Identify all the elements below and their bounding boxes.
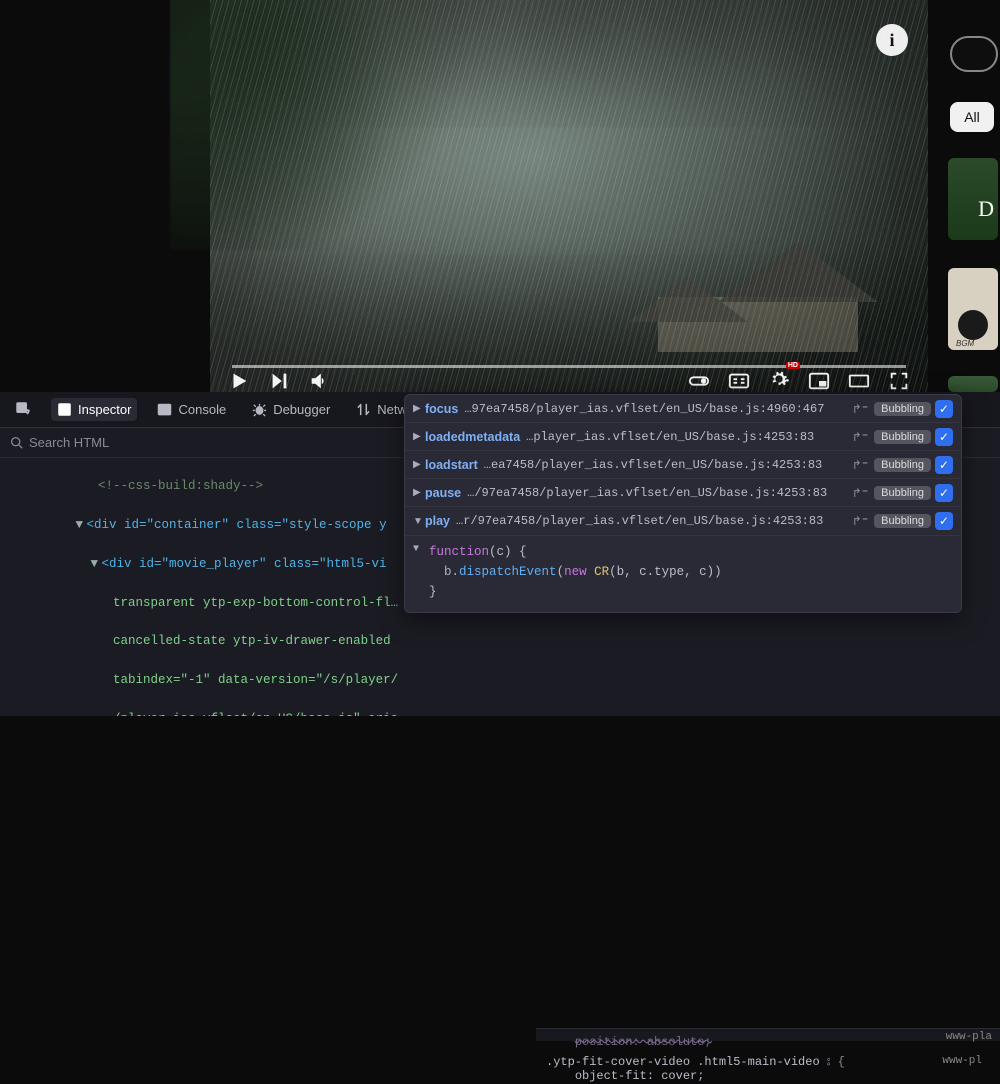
next-icon[interactable] [268,370,290,392]
theater-icon[interactable] [848,370,870,392]
right-sidebar: All D BGM [945,0,1000,392]
video-thumbnail[interactable] [948,376,998,392]
event-name: loadstart [425,458,478,472]
filter-chip-all[interactable]: All [950,102,994,132]
expand-icon[interactable]: ▶ [413,403,425,414]
event-enabled-checkbox[interactable]: ✓ [935,484,953,502]
event-enabled-checkbox[interactable]: ✓ [935,456,953,474]
bubbling-badge: Bubbling [874,402,931,416]
event-handler-code: ▼ function(c) { b.dispatchEvent(new CR(b… [405,535,961,612]
fullscreen-icon[interactable] [888,370,910,392]
search-icon [10,436,23,449]
expand-icon[interactable]: ▶ [413,431,425,442]
tab-label: Debugger [273,402,330,417]
video-thumbnail[interactable]: D [948,158,998,240]
video-player[interactable]: i HD [210,0,928,392]
autoplay-icon[interactable] [688,370,710,392]
captions-icon[interactable] [728,370,750,392]
dom-node[interactable]: tabindex="-1" data-version="/s/player/ [0,671,530,690]
event-enabled-checkbox[interactable]: ✓ [935,428,953,446]
event-listener-row[interactable]: ▶focus …97ea7458/player_ias.vflset/en_US/… [405,395,961,423]
event-source-link[interactable]: …r/97ea7458/player_ias.vflset/en_US/base… [456,514,846,528]
bubbling-badge: Bubbling [874,458,931,472]
event-listener-row[interactable]: ▶loadedmetadata …player_ias.vflset/en_US/… [405,423,961,451]
event-listener-row[interactable]: ▶loadstart …ea7458/player_ias.vflset/en_U… [405,451,961,479]
event-name: pause [425,486,461,500]
tab-label: Console [178,402,226,417]
goto-icon[interactable]: ↱⁼ [852,486,868,500]
tab-console[interactable]: Console [151,398,232,421]
search-placeholder: Search HTML [29,435,109,450]
event-enabled-checkbox[interactable]: ✓ [935,512,953,530]
volume-icon[interactable] [308,370,330,392]
event-name: focus [425,402,458,416]
video-thumbnail[interactable]: BGM [948,268,998,350]
info-badge[interactable]: i [876,24,908,56]
tab-label: Inspector [78,402,131,417]
goto-icon[interactable]: ↱⁼ [852,402,868,416]
source-link[interactable]: www-pl [942,1055,982,1067]
event-name: loadedmetadata [425,430,520,444]
event-enabled-checkbox[interactable]: ✓ [935,400,953,418]
css-property: object-fit: cover; [575,1069,705,1083]
goto-icon[interactable]: ↱⁼ [852,458,868,472]
pick-element-button[interactable] [10,398,37,421]
search-pill[interactable] [950,36,998,72]
goto-icon[interactable]: ↱⁼ [852,514,868,528]
css-selector: .ytp-fit-cover-video .html5-main-video [546,1055,820,1069]
thumb-label: BGM [956,339,974,348]
event-source-link[interactable]: …/97ea7458/player_ias.vflset/en_US/base.… [467,486,846,500]
play-icon[interactable] [228,370,250,392]
tab-inspector[interactable]: Inspector [51,398,137,421]
bubbling-badge: Bubbling [874,430,931,444]
miniplayer-icon[interactable] [808,370,830,392]
event-source-link[interactable]: …ea7458/player_ias.vflset/en_US/base.js:… [484,458,846,472]
event-listener-row[interactable]: ▶pause …/97ea7458/player_ias.vflset/en_US… [405,479,961,507]
dom-node[interactable]: /player_ias.vflset/en_US/base.js" aria [0,710,530,716]
tab-label: Netw [377,402,407,417]
css-property: position: absolute; [575,1035,712,1049]
scene-rain [210,0,928,392]
source-link[interactable]: www-pla [946,1031,992,1043]
bubbling-badge: Bubbling [874,514,931,528]
event-listeners-panel: ▶focus…97ea7458/player_ias.vflset/en_US/… [404,394,962,613]
event-listener-row[interactable]: ▼play …r/97ea7458/player_ias.vflset/en_US… [405,507,961,535]
expand-icon[interactable]: ▶ [413,459,425,470]
event-source-link[interactable]: …97ea7458/player_ias.vflset/en_US/base.j… [464,402,845,416]
dom-node[interactable]: cancelled-state ytp-iv-drawer-enabled [0,632,530,651]
expand-icon[interactable]: ▼ [413,516,425,527]
tab-debugger[interactable]: Debugger [246,398,336,421]
bubbling-badge: Bubbling [874,486,931,500]
expand-icon[interactable]: ▶ [413,487,425,498]
event-source-link[interactable]: …player_ias.vflset/en_US/base.js:4253:83 [526,430,846,444]
thumb-letter: D [978,196,994,222]
goto-icon[interactable]: ↱⁼ [852,430,868,444]
settings-icon[interactable]: HD [768,368,790,395]
event-name: play [425,514,450,528]
styles-pane[interactable]: www-pla position: absolute; www-pl .ytp-… [536,1028,1000,1041]
hd-badge: HD [786,362,800,369]
